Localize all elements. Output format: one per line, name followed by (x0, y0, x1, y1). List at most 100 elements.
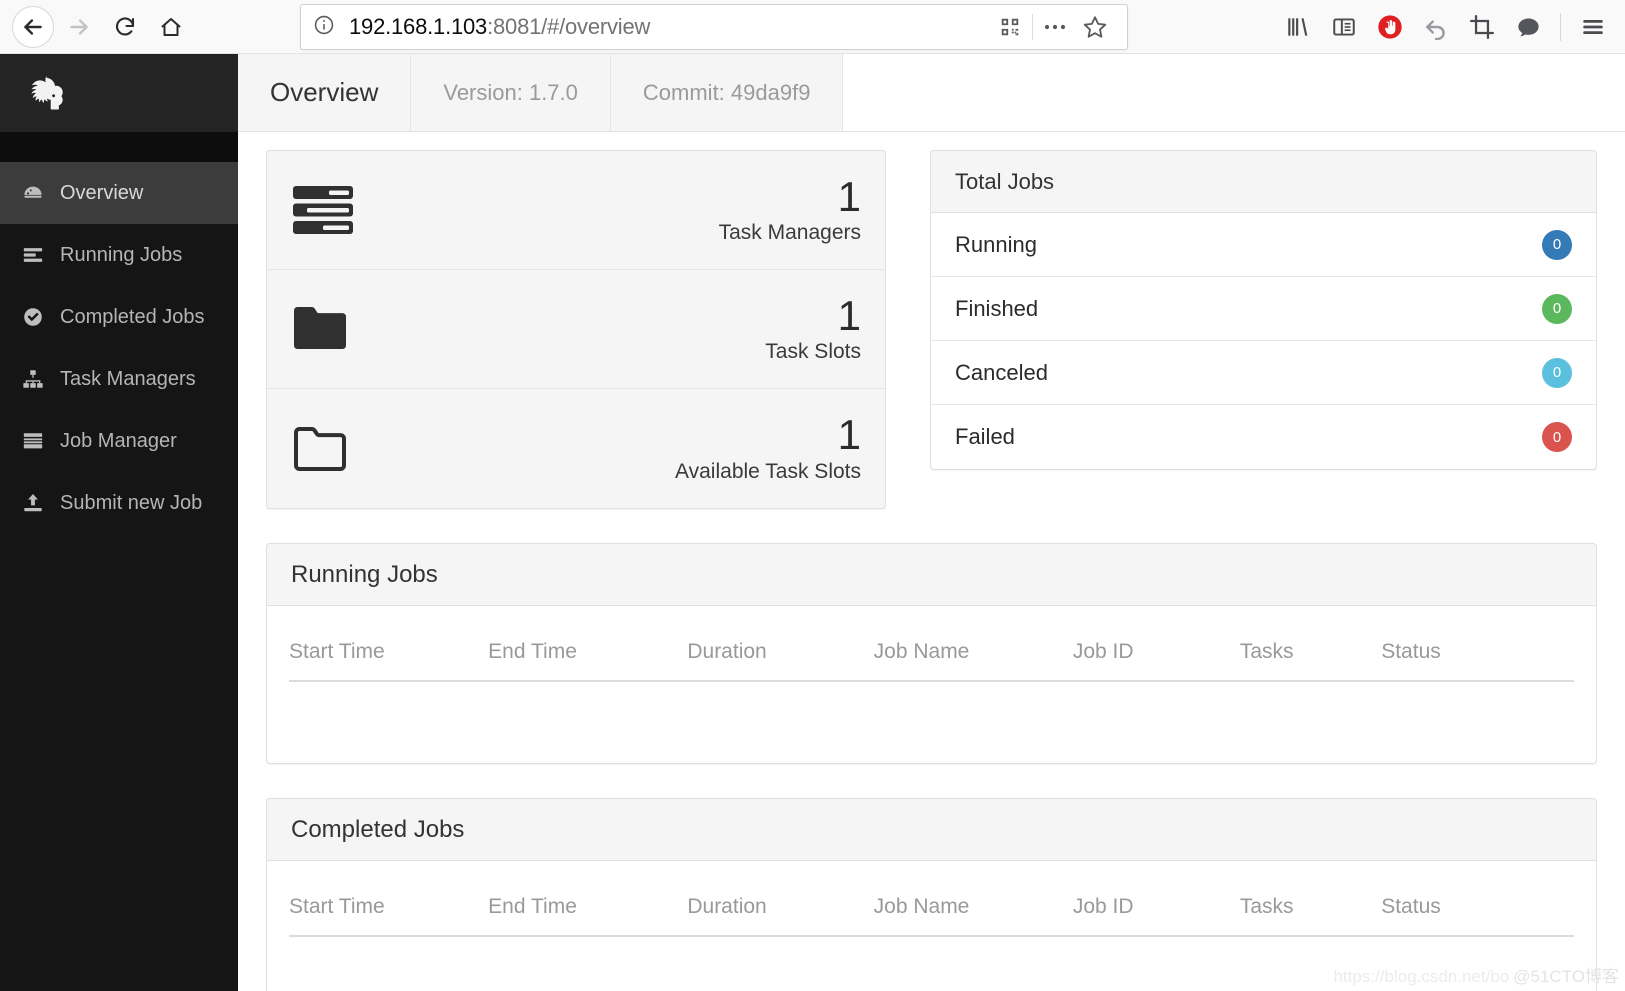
stat-available-task-slots-text: 1 Available Task Slots (349, 413, 861, 483)
status-badge: 0 (1542, 357, 1572, 388)
sidebar-item-task-managers[interactable]: Task Managers (0, 348, 238, 410)
sidebar-item-running-jobs[interactable]: Running Jobs (0, 224, 238, 286)
star-icon[interactable] (1075, 7, 1115, 47)
flink-commit: Commit: 49da9f9 (609, 54, 843, 131)
undo-arrow-icon[interactable] (1414, 5, 1458, 49)
qr-code-icon[interactable] (990, 7, 1030, 47)
sidebar-item-label: Job Manager (60, 429, 177, 452)
column-header-end-time[interactable]: End Time (488, 624, 688, 682)
home-button[interactable] (150, 6, 192, 48)
info-circle-icon[interactable] (313, 14, 335, 41)
speech-bubble-icon[interactable] (1506, 5, 1550, 49)
url-path: :8081/#/overview (487, 14, 651, 39)
column-header-start-time[interactable]: Start Time (289, 624, 489, 682)
page-title: Overview (270, 77, 379, 107)
sidebar-item-job-manager[interactable]: Job Manager (0, 410, 238, 472)
total-jobs-label: Finished (955, 295, 1039, 321)
total-jobs-row-running[interactable]: Running 0 (931, 213, 1596, 277)
sidebar-icon[interactable] (1322, 5, 1366, 49)
upload-icon (22, 492, 52, 514)
total-jobs-title: Total Jobs (931, 151, 1596, 213)
cluster-stats-panel: 1 Task Managers 1 Task Slots 1 Available… (266, 150, 886, 509)
ellipsis-icon[interactable] (1035, 7, 1075, 47)
reload-icon (113, 15, 137, 39)
sidebar-item-submit-new-job[interactable]: Submit new Job (0, 472, 238, 534)
column-header-job-id[interactable]: Job ID (1072, 879, 1240, 937)
check-circle-icon (22, 306, 52, 328)
completed-jobs-title: Completed Jobs (267, 799, 1596, 861)
status-badge: 0 (1542, 293, 1572, 324)
folder-outline-icon (291, 424, 349, 474)
back-arrow-icon (20, 14, 46, 40)
main-content: Overview Version: 1.7.0 Commit: 49da9f9 (238, 54, 1625, 991)
completed-jobs-table: Start Time End Time Duration Job Name Jo… (289, 879, 1574, 982)
browser-extension-toolbar (1276, 0, 1615, 54)
url-bar[interactable]: 192.168.1.103:8081/#/overview (300, 4, 1128, 50)
overview-top-row: 1 Task Managers 1 Task Slots 1 Available… (266, 150, 1597, 509)
url-divider (1032, 14, 1033, 40)
crop-icon[interactable] (1460, 5, 1504, 49)
sidebar-nav: Overview Running Jobs Completed Jobs Tas… (0, 162, 238, 991)
server-icon (22, 430, 52, 452)
adblock-shield-icon[interactable] (1368, 5, 1412, 49)
column-header-tasks[interactable]: Tasks (1239, 624, 1382, 682)
column-header-start-time[interactable]: Start Time (289, 879, 489, 937)
table-header-row: Start Time End Time Duration Job Name Jo… (289, 624, 1574, 682)
cluster-stats-column: 1 Task Managers 1 Task Slots 1 Available… (266, 150, 886, 509)
browser-nav-buttons (12, 5, 192, 48)
url-text[interactable]: 192.168.1.103:8081/#/overview (349, 14, 990, 40)
running-jobs-table-body (289, 681, 1574, 727)
total-jobs-label: Canceled (955, 359, 1048, 385)
column-header-status[interactable]: Status (1381, 624, 1574, 682)
completed-jobs-body: Start Time End Time Duration Job Name Jo… (267, 861, 1596, 991)
stat-value: 1 (837, 172, 861, 220)
sidebar-item-completed-jobs[interactable]: Completed Jobs (0, 286, 238, 348)
folder-filled-icon (291, 304, 349, 354)
table-empty-row (289, 681, 1574, 727)
sidebar-item-label: Completed Jobs (60, 305, 205, 328)
total-jobs-list: Running 0 Finished 0 Canceled 0 Failed 0 (931, 213, 1596, 469)
column-header-job-name[interactable]: Job Name (873, 624, 1073, 682)
sitemap-icon (22, 368, 52, 390)
stat-task-managers-text: 1 Task Managers (355, 172, 861, 245)
total-jobs-row-finished[interactable]: Finished 0 (931, 277, 1596, 341)
reload-button[interactable] (104, 6, 146, 48)
back-button[interactable] (12, 5, 54, 48)
column-header-end-time[interactable]: End Time (488, 879, 688, 937)
sidebar-item-overview[interactable]: Overview (0, 162, 238, 224)
running-jobs-title: Running Jobs (267, 544, 1596, 606)
hamburger-menu-icon[interactable] (1571, 5, 1615, 49)
app-root: Overview Running Jobs Completed Jobs Tas… (0, 54, 1625, 991)
logo-container[interactable] (0, 54, 238, 132)
column-header-duration[interactable]: Duration (687, 879, 874, 937)
total-jobs-column: Total Jobs Running 0 Finished 0 Canceled… (930, 150, 1597, 509)
column-header-duration[interactable]: Duration (687, 624, 874, 682)
sidebar-item-label: Overview (60, 181, 144, 204)
total-jobs-row-canceled[interactable]: Canceled 0 (931, 341, 1596, 405)
total-jobs-label: Running (955, 231, 1037, 257)
column-header-job-id[interactable]: Job ID (1072, 624, 1240, 682)
stat-label: Task Managers (718, 221, 861, 245)
forward-button[interactable] (58, 6, 100, 48)
library-icon[interactable] (1276, 5, 1320, 49)
sidebar: Overview Running Jobs Completed Jobs Tas… (0, 54, 238, 991)
flink-squirrel-logo (22, 73, 66, 113)
status-badge: 0 (1542, 229, 1572, 260)
total-jobs-label: Failed (955, 424, 1015, 449)
stat-task-managers: 1 Task Managers (267, 151, 885, 270)
running-jobs-table: Start Time End Time Duration Job Name Jo… (289, 624, 1574, 727)
column-header-tasks[interactable]: Tasks (1239, 879, 1382, 937)
list-icon (22, 244, 52, 266)
stat-value: 1 (837, 411, 861, 459)
column-header-job-name[interactable]: Job Name (873, 879, 1073, 937)
dashboard-icon (22, 182, 52, 204)
url-bar-actions (990, 7, 1115, 47)
column-header-status[interactable]: Status (1381, 879, 1574, 937)
toolbar-divider (1560, 13, 1561, 41)
total-jobs-row-failed[interactable]: Failed 0 (931, 405, 1596, 469)
stat-label: Task Slots (765, 340, 861, 364)
sidebar-item-label: Submit new Job (60, 491, 203, 514)
flink-version: Version: 1.7.0 (410, 54, 610, 131)
total-jobs-panel: Total Jobs Running 0 Finished 0 Canceled… (930, 150, 1597, 470)
forward-arrow-icon (66, 14, 92, 40)
